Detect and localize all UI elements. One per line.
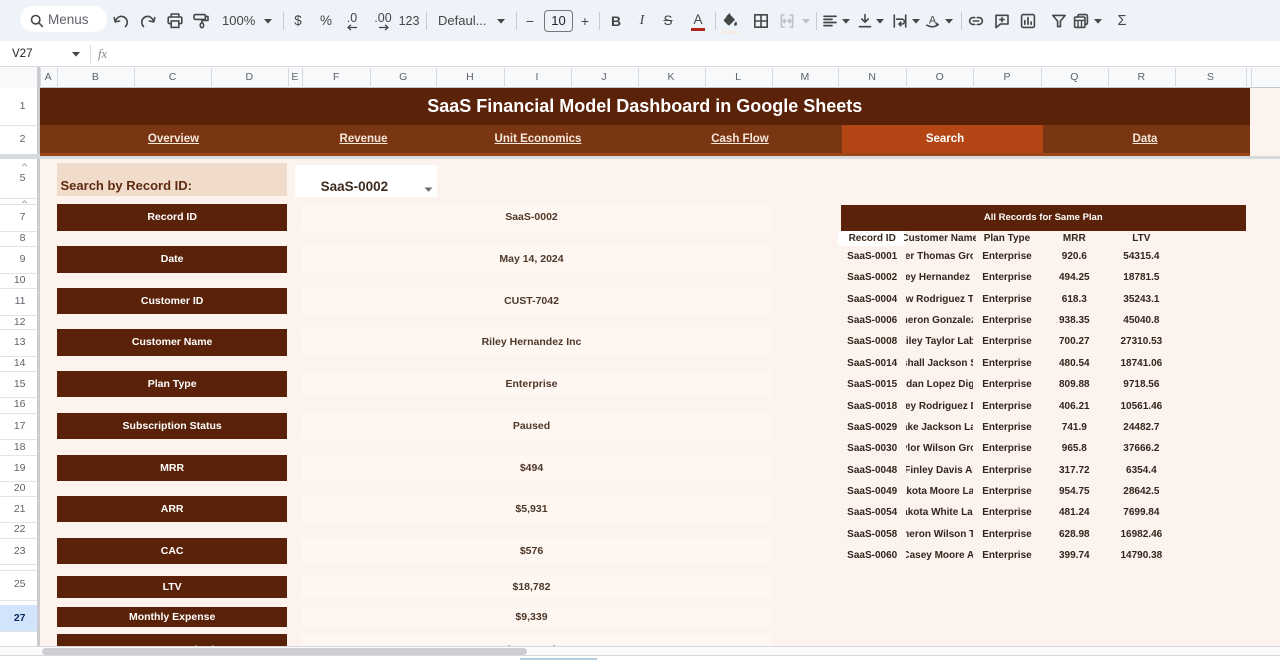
svg-text:A: A: [929, 15, 937, 27]
